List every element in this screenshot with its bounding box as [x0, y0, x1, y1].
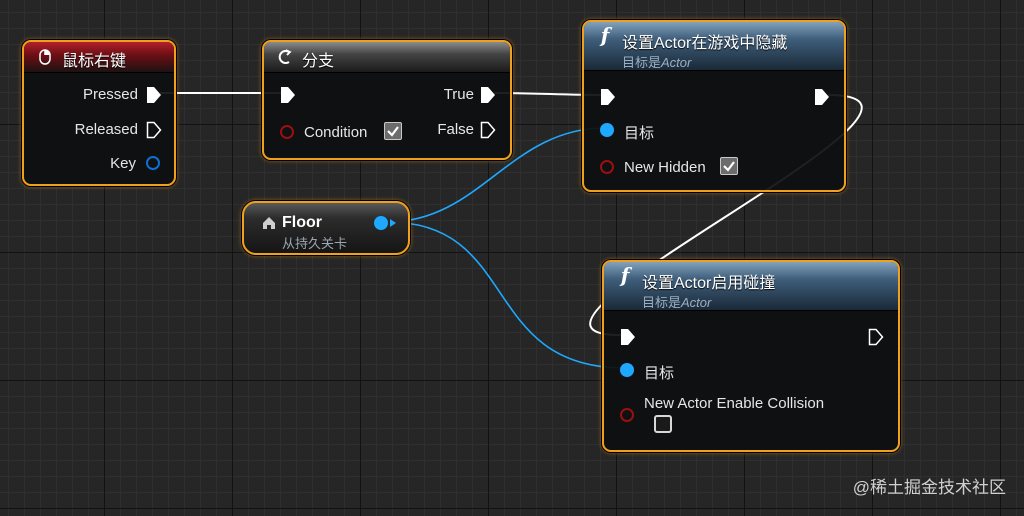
- branch-exec-in-pin[interactable]: [280, 86, 296, 104]
- node-header[interactable]: 鼠标右键: [24, 42, 174, 73]
- pressed-pin-label: Pressed: [82, 86, 138, 103]
- key-pin-label: Key: [110, 155, 136, 172]
- key-struct-pin[interactable]: [146, 156, 160, 170]
- condition-checkbox[interactable]: [384, 122, 402, 140]
- new-hidden-checkbox[interactable]: [720, 157, 738, 175]
- new-enable-collision-checkbox[interactable]: [654, 415, 672, 433]
- set-actor-collision-node[interactable]: f 设置Actor启用碰撞 目标是Actor 目标 New Actor Enab…: [602, 260, 900, 452]
- target-object-pin[interactable]: [600, 123, 614, 137]
- node-header[interactable]: f 设置Actor启用碰撞 目标是Actor: [604, 262, 898, 311]
- floor-actor-reference-node[interactable]: Floor 从持久关卡: [242, 201, 410, 255]
- new-enable-collision-pin-label: New Actor Enable Collision: [644, 395, 825, 412]
- new-hidden-bool-pin[interactable]: [600, 160, 614, 174]
- node-header[interactable]: f 设置Actor在游戏中隐藏 目标是Actor: [584, 22, 844, 71]
- mouse-right-event-node[interactable]: 鼠标右键 Pressed Released Key: [22, 40, 176, 186]
- function-icon: f: [600, 23, 610, 47]
- mouse-icon: [36, 48, 54, 66]
- branch-icon: [276, 48, 294, 66]
- floor-title: Floor: [282, 214, 322, 231]
- condition-pin-label: Condition: [304, 124, 368, 141]
- target-object-pin[interactable]: [620, 363, 634, 377]
- node-subtitle: 目标是Actor: [622, 55, 692, 70]
- condition-bool-pin[interactable]: [280, 125, 294, 139]
- node-title: 设置Actor启用碰撞: [642, 275, 776, 292]
- floor-output-pin[interactable]: [374, 216, 388, 230]
- new-hidden-pin-label: New Hidden: [624, 159, 706, 176]
- floor-output-arrow: [390, 219, 396, 227]
- pressed-exec-pin[interactable]: [146, 86, 162, 104]
- new-enable-collision-bool-pin[interactable]: [620, 408, 634, 422]
- exec-out-pin[interactable]: [814, 88, 830, 106]
- node-title: 设置Actor在游戏中隐藏: [622, 35, 788, 52]
- branch-node[interactable]: 分支 Condition True False: [262, 40, 512, 160]
- node-header[interactable]: 分支: [264, 42, 510, 73]
- set-actor-hidden-node[interactable]: f 设置Actor在游戏中隐藏 目标是Actor 目标 New Hidden: [582, 20, 846, 192]
- exec-out-pin[interactable]: [868, 328, 884, 346]
- true-pin-label: True: [443, 86, 474, 103]
- function-icon: f: [620, 263, 630, 287]
- floor-subtitle: 从持久关卡: [282, 236, 348, 251]
- false-exec-pin[interactable]: [480, 121, 496, 139]
- false-pin-label: False: [437, 121, 474, 138]
- object-wire-floor-to-set-collision[interactable]: [387, 221, 626, 369]
- true-exec-pin[interactable]: [480, 86, 496, 104]
- node-subtitle: 目标是Actor: [642, 295, 712, 310]
- released-pin-label: Released: [74, 121, 138, 138]
- exec-in-pin[interactable]: [620, 328, 636, 346]
- target-pin-label: 目标: [644, 365, 675, 382]
- actor-icon: [260, 214, 278, 232]
- target-pin-label: 目标: [624, 125, 655, 142]
- watermark: @稀土掘金技术社区: [852, 478, 1006, 497]
- exec-in-pin[interactable]: [600, 88, 616, 106]
- released-exec-pin[interactable]: [146, 121, 162, 139]
- node-title: 分支: [302, 53, 335, 70]
- node-title: 鼠标右键: [62, 53, 127, 70]
